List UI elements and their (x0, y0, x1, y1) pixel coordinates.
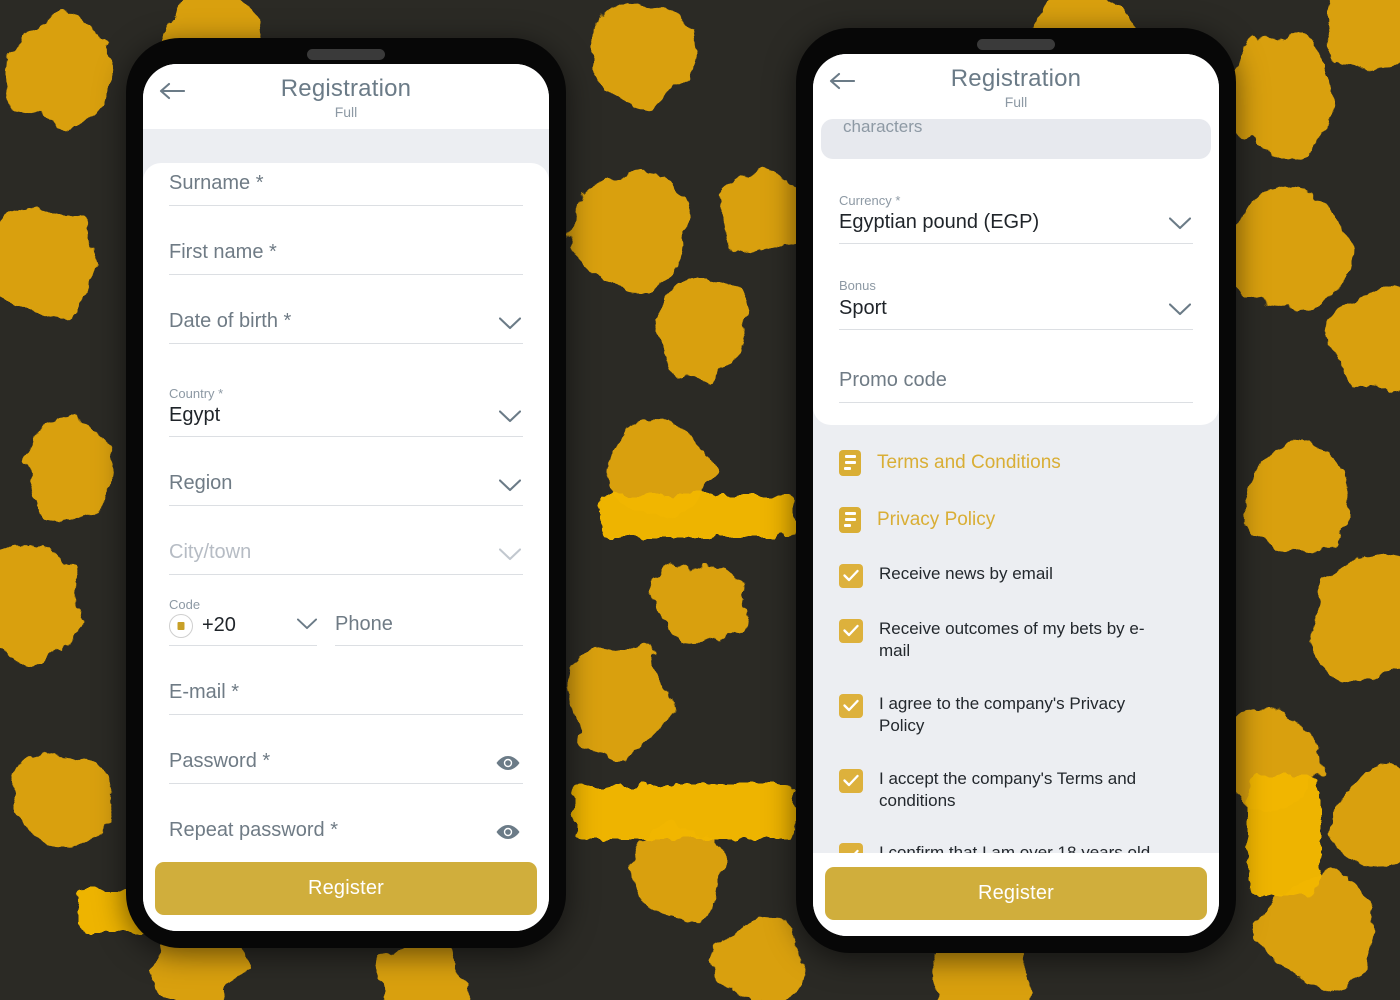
currency-field[interactable]: Currency * Egyptian pound (EGP) (839, 177, 1193, 245)
email-field[interactable]: E-mail * (169, 672, 523, 715)
registration-form-card: characters Currency * Egyptian pound (EG… (813, 118, 1219, 425)
checkbox-checked-icon[interactable] (839, 768, 863, 793)
country-field[interactable]: Country * Egypt (169, 370, 523, 438)
footer-right: Register (813, 853, 1219, 936)
footer-left: Register (143, 848, 549, 931)
chevron-down-icon[interactable] (498, 410, 522, 428)
email-placeholder: E-mail * (169, 680, 240, 703)
background-canvas: Registration Full Surname * First name *… (0, 0, 1400, 1000)
app-header-left: Registration Full (143, 64, 549, 129)
document-icon (839, 506, 861, 533)
date-of-birth-field[interactable]: Date of birth * (169, 301, 523, 344)
link-privacy-policy[interactable]: Privacy Policy (839, 506, 1193, 533)
phone-placeholder: Phone (335, 612, 393, 635)
code-label: Code (169, 597, 201, 613)
city-town-field[interactable]: City/town (169, 532, 523, 576)
checkbox-label: I agree to the company's Privacy Policy (879, 693, 1126, 736)
link-terms-and-conditions[interactable]: Terms and Conditions (839, 449, 1193, 476)
checkbox-row-bet-outcomes[interactable]: Receive outcomes of my bets by e-mail (839, 618, 1193, 663)
form-scroll-area-right[interactable]: characters Currency * Egyptian pound (EG… (813, 118, 1219, 853)
phone-device-left: Registration Full Surname * First name *… (126, 38, 566, 948)
phone-screen-left: Registration Full Surname * First name *… (143, 64, 549, 931)
chevron-down-icon[interactable] (498, 548, 522, 566)
password-hint-text: characters (843, 118, 923, 136)
phone-speaker (307, 49, 385, 60)
arrow-left-icon[interactable] (827, 66, 857, 96)
country-value: Egypt (169, 404, 221, 427)
promo-code-placeholder: Promo code (839, 368, 947, 391)
checkbox-label: I confirm that I am over 18 years old (879, 843, 1151, 853)
region-placeholder: Region (169, 472, 233, 495)
bonus-label: Bonus (839, 278, 876, 294)
consent-section: Terms and Conditions Privacy Policy Rece… (813, 425, 1219, 853)
checkbox-row-terms-accept[interactable]: I accept the company's Terms and conditi… (839, 768, 1193, 813)
eye-icon[interactable] (495, 754, 521, 777)
promo-code-field[interactable]: Promo code (839, 360, 1193, 403)
surname-field[interactable]: Surname * (169, 163, 523, 206)
repeat-password-placeholder: Repeat password * (169, 818, 338, 841)
phone-screen-right: Registration Full characters Currency * … (813, 54, 1219, 936)
checkbox-row-age-confirm[interactable]: I confirm that I am over 18 years old (839, 842, 1193, 853)
egypt-flag-icon (169, 613, 193, 638)
page-title: Registration (280, 75, 412, 102)
checkbox-label: Receive outcomes of my bets by e-mail (879, 618, 1145, 661)
chevron-down-icon[interactable] (1168, 217, 1192, 235)
checkbox-checked-icon[interactable] (839, 693, 863, 718)
phone-number-field[interactable]: Phone (335, 610, 523, 646)
chevron-down-icon[interactable] (1168, 303, 1192, 321)
country-code-value: +20 (202, 614, 236, 637)
checkbox-checked-icon[interactable] (839, 563, 863, 588)
region-field[interactable]: Region (169, 463, 523, 507)
registration-form-card: Surname * First name * Date of birth * C… (143, 162, 549, 848)
app-header-right: Registration Full (813, 54, 1219, 119)
chevron-down-icon[interactable] (296, 617, 318, 635)
bonus-value: Sport (839, 296, 887, 319)
checkbox-checked-icon[interactable] (839, 618, 863, 643)
bonus-field[interactable]: Bonus Sport (839, 262, 1193, 330)
checkbox-label: I accept the company's Terms and conditi… (879, 768, 1137, 810)
page-subtitle: Full (334, 103, 358, 120)
terms-link-label: Terms and Conditions (877, 451, 1061, 473)
repeat-password-field[interactable]: Repeat password * (169, 810, 523, 848)
phone-speaker (977, 39, 1055, 50)
country-code-field[interactable]: Code +20 (169, 597, 318, 646)
form-scroll-area-left[interactable]: Surname * First name * Date of birth * C… (143, 129, 549, 848)
privacy-link-label: Privacy Policy (877, 508, 996, 530)
first-name-placeholder: First name * (169, 240, 277, 263)
password-hint-tooltip: characters (821, 118, 1211, 159)
chevron-down-icon[interactable] (498, 317, 522, 335)
phone-number-row: Code +20 Phone (169, 597, 523, 646)
checkbox-row-news-email[interactable]: Receive news by email (839, 563, 1193, 588)
register-button[interactable]: Register (825, 867, 1207, 920)
country-label: Country * (169, 385, 224, 401)
page-title: Registration (950, 65, 1082, 92)
city-town-placeholder: City/town (169, 541, 252, 564)
surname-placeholder: Surname * (169, 171, 264, 194)
password-field[interactable]: Password * (169, 741, 523, 784)
chevron-down-icon[interactable] (498, 479, 522, 497)
currency-value: Egyptian pound (EGP) (839, 211, 1040, 234)
checkbox-row-privacy-agree[interactable]: I agree to the company's Privacy Policy (839, 693, 1193, 738)
document-icon (839, 449, 861, 476)
password-placeholder: Password * (169, 749, 271, 772)
first-name-field[interactable]: First name * (169, 232, 523, 275)
date-of-birth-placeholder: Date of birth * (169, 309, 292, 332)
checkbox-label: Receive news by email (879, 563, 1053, 583)
currency-label: Currency * (839, 192, 901, 208)
register-button[interactable]: Register (155, 862, 537, 915)
page-subtitle: Full (1004, 93, 1028, 110)
eye-icon[interactable] (495, 823, 521, 846)
arrow-left-icon[interactable] (157, 76, 187, 106)
phone-device-right: Registration Full characters Currency * … (796, 28, 1236, 953)
checkbox-checked-icon[interactable] (839, 843, 863, 853)
